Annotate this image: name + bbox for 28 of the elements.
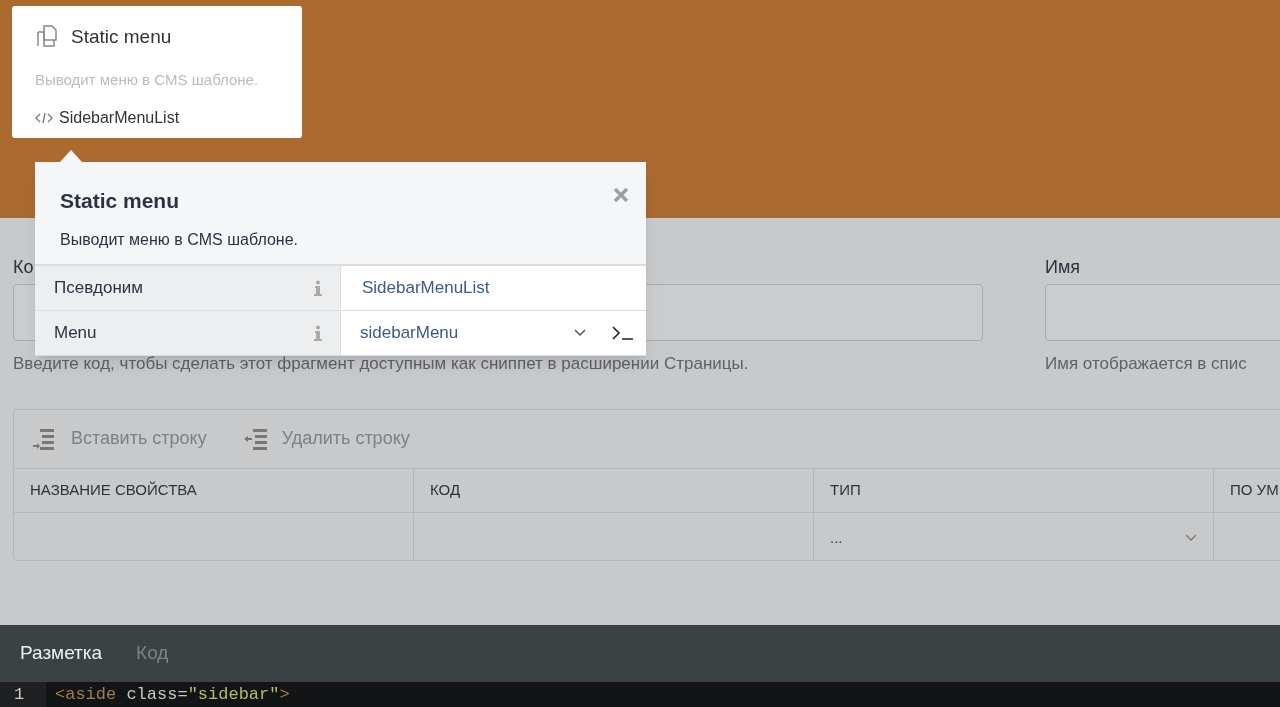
chevron-down-icon: [1185, 534, 1197, 542]
property-label: Menu: [54, 322, 97, 345]
column-header: ТИП: [814, 468, 1214, 512]
close-button[interactable]: [612, 186, 630, 204]
inspector-title: Static menu: [60, 188, 181, 214]
close-icon: [612, 186, 630, 204]
code-icon: [35, 111, 53, 125]
alias-text: SidebarMenuList: [59, 108, 180, 128]
type-select[interactable]: ...: [814, 512, 1214, 560]
card-title: Static menu: [71, 25, 172, 49]
chevron-down-icon: [574, 329, 586, 337]
component-card[interactable]: Static menu Выводит меню в CMS шаблоне. SidebarMenuList: [12, 6, 302, 138]
info-icon[interactable]: [314, 280, 322, 296]
field-label: Имя: [1045, 256, 1082, 276]
delete-row-icon: [242, 426, 269, 451]
field-hint: Введите код, чтобы сделать этот фрагмент доступным как сниппет в расширении Страницы.: [13, 353, 750, 375]
text-input[interactable]: [1045, 284, 1280, 341]
property-label: Псевдоним: [54, 277, 143, 300]
column-header: НАЗВАНИЕ СВОЙСТВА: [14, 468, 414, 512]
field-label: Ко: [13, 256, 35, 276]
field-hint: Имя отображается в спис: [1045, 353, 1248, 375]
info-icon[interactable]: [314, 325, 322, 341]
terminal-icon: [612, 326, 634, 340]
card-description: Выводит меню в CMS шаблоне.: [35, 69, 260, 90]
column-header: КОД: [414, 468, 814, 512]
column-header: ПО УМ: [1229, 479, 1280, 500]
inspector-description: Выводит меню в CMS шаблоне.: [60, 229, 299, 250]
editor-tab[interactable]: Разметка: [20, 639, 103, 668]
